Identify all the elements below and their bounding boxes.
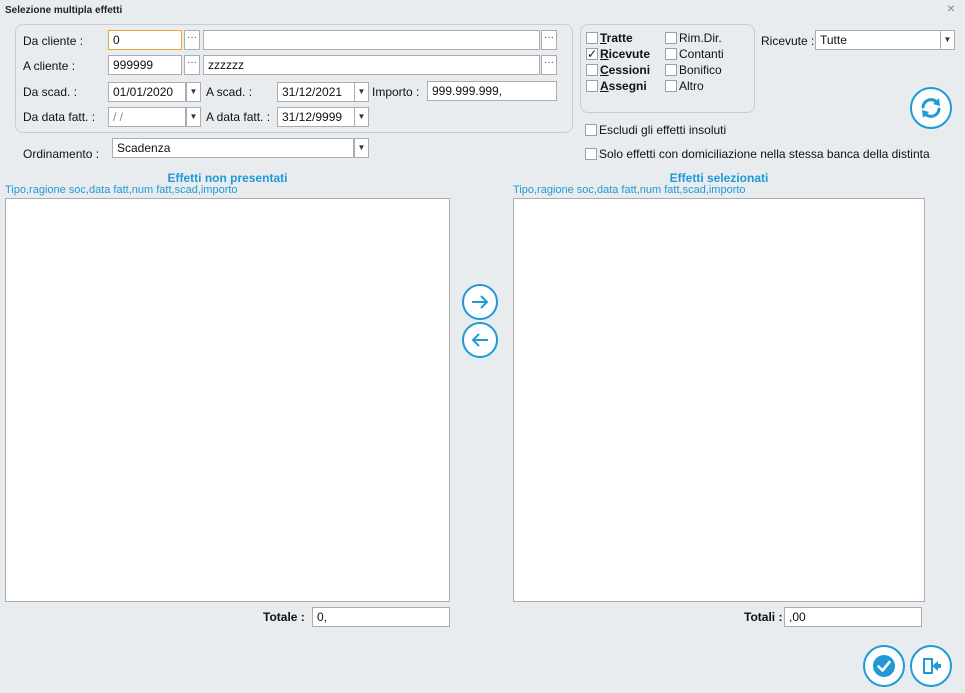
a-cliente-name-input[interactable]: zzzzzz: [203, 55, 540, 75]
da-data-fatt-input[interactable]: / /: [108, 107, 186, 127]
da-cliente-lookup-button[interactable]: ···: [184, 30, 200, 50]
a-scad-input[interactable]: 31/12/2021: [277, 82, 355, 102]
cessioni-checkbox[interactable]: [586, 64, 598, 76]
a-data-fatt-input[interactable]: 31/12/9999: [277, 107, 355, 127]
da-cliente-code-input[interactable]: 0: [108, 30, 182, 50]
escludi-insoluti-checkbox[interactable]: [585, 124, 597, 136]
bonifico-label: Bonifico: [679, 63, 722, 77]
refresh-icon: [921, 98, 941, 118]
importo-input[interactable]: 999.999.999,: [427, 81, 557, 101]
ordinamento-select[interactable]: Scadenza: [112, 138, 354, 158]
checkmark-icon: [873, 655, 895, 677]
a-scad-label: A scad. :: [206, 85, 253, 99]
rim-dir-label: Rim.Dir.: [679, 31, 722, 45]
da-cliente-name-lookup-button[interactable]: ···: [541, 30, 557, 50]
da-data-fatt-label: Da data fatt. :: [23, 110, 96, 124]
tratte-label-rest: ratte: [606, 31, 633, 45]
a-data-fatt-dropdown-button[interactable]: ▼: [354, 107, 369, 127]
exit-door-icon: [923, 658, 941, 674]
right-list-title: Effetti selezionati: [669, 171, 769, 185]
exit-button[interactable]: [910, 645, 952, 687]
rim-dir-checkbox[interactable]: [665, 32, 677, 44]
ordinamento-label: Ordinamento :: [23, 147, 100, 161]
ordinamento-dropdown-button[interactable]: ▼: [354, 138, 369, 158]
da-data-fatt-dropdown-button[interactable]: ▼: [186, 107, 201, 127]
assegni-label: Assegni: [600, 79, 647, 93]
tratte-checkbox[interactable]: [586, 32, 598, 44]
altro-label: Altro: [679, 79, 704, 93]
bonifico-checkbox[interactable]: [665, 64, 677, 76]
ricevute-label: Ricevute: [600, 47, 651, 61]
refresh-button[interactable]: [910, 87, 952, 129]
effetti-selezionati-list[interactable]: [513, 198, 925, 602]
da-cliente-label: Da cliente :: [23, 34, 84, 48]
da-cliente-name-input[interactable]: [203, 30, 540, 50]
right-total-label: Totali :: [744, 610, 783, 624]
solo-stessa-banca-checkbox[interactable]: [585, 148, 597, 160]
contanti-label: Contanti: [679, 47, 724, 61]
left-list-title: Effetti non presentati: [167, 171, 288, 185]
confirm-button[interactable]: [863, 645, 905, 687]
arrow-right-icon: [472, 295, 489, 309]
ricevute-filter-select[interactable]: Tutte: [815, 30, 941, 50]
close-button[interactable]: ×: [947, 0, 955, 16]
effetti-non-presentati-list[interactable]: [5, 198, 450, 602]
a-cliente-label: A cliente :: [23, 59, 76, 73]
a-cliente-name-lookup-button[interactable]: ···: [541, 55, 557, 75]
a-cliente-code-input[interactable]: 999999: [108, 55, 182, 75]
da-scad-input[interactable]: 01/01/2020: [108, 82, 186, 102]
move-left-button[interactable]: [462, 322, 498, 358]
left-total-label: Totale :: [263, 610, 305, 624]
window-title: Selezione multipla effetti: [5, 5, 123, 16]
escludi-insoluti-label: Escludi gli effetti insoluti: [599, 123, 727, 137]
tratte-label: Tratte: [600, 31, 633, 45]
right-total-value: ,00: [784, 607, 922, 627]
da-scad-label: Da scad. :: [23, 85, 78, 99]
da-scad-dropdown-button[interactable]: ▼: [186, 82, 201, 102]
assegni-checkbox[interactable]: [586, 80, 598, 92]
importo-label: Importo :: [372, 85, 420, 99]
a-scad-dropdown-button[interactable]: ▼: [354, 82, 369, 102]
right-list-columns: Tipo,ragione soc,data fatt,num fatt,scad…: [513, 184, 746, 196]
contanti-checkbox[interactable]: [665, 48, 677, 60]
left-list-columns: Tipo,ragione soc,data fatt,num fatt,scad…: [5, 184, 238, 196]
altro-checkbox[interactable]: [665, 80, 677, 92]
move-right-button[interactable]: [462, 284, 498, 320]
arrow-left-icon: [471, 333, 488, 347]
ricevute-filter-dropdown-button[interactable]: ▼: [940, 30, 955, 50]
left-total-value: 0,: [312, 607, 450, 627]
ricevute-checkbox[interactable]: ✓: [586, 48, 598, 60]
a-cliente-lookup-button[interactable]: ···: [184, 55, 200, 75]
solo-stessa-banca-label: Solo effetti con domiciliazione nella st…: [599, 147, 930, 161]
ricevute-filter-label: Ricevute :: [761, 34, 815, 48]
cessioni-label: Cessioni: [600, 63, 651, 77]
a-data-fatt-label: A data fatt. :: [206, 110, 271, 124]
